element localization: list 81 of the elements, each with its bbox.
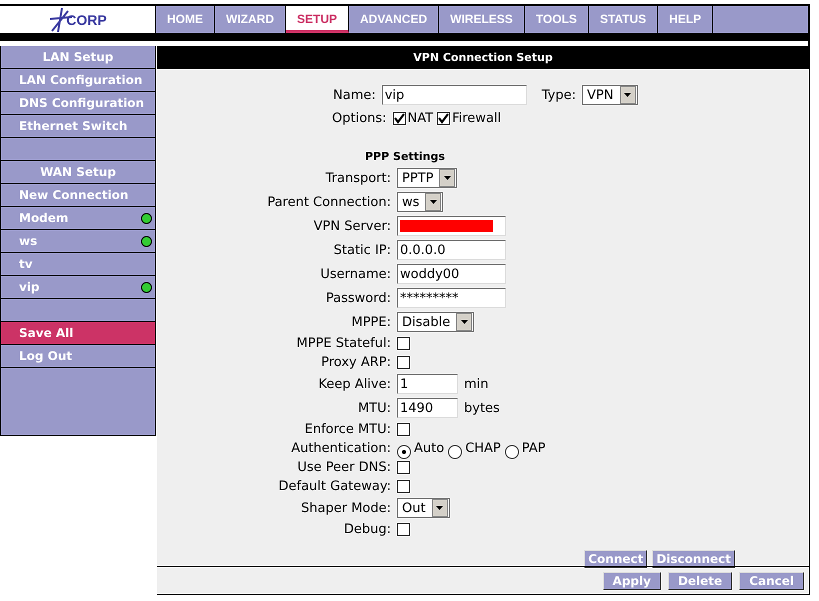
- checkbox[interactable]: [397, 356, 410, 369]
- sidebar-item[interactable]: ws: [1, 229, 155, 252]
- field-label: Static IP:: [332, 242, 392, 258]
- radio-label: CHAP: [465, 441, 501, 456]
- sidebar-item[interactable]: Ethernet Switch: [1, 114, 155, 137]
- field-label: Options:: [332, 110, 387, 126]
- checkbox[interactable]: [397, 337, 410, 350]
- unit-label: min: [464, 376, 489, 392]
- radio-label: Auto: [414, 441, 444, 456]
- radio-button[interactable]: [397, 444, 411, 458]
- caret-icon: [430, 200, 437, 204]
- checkbox[interactable]: [397, 523, 410, 536]
- caret-icon: [444, 176, 451, 180]
- section-title: PPP Settings: [365, 150, 446, 163]
- name-field[interactable]: vip: [382, 85, 527, 105]
- checkbox-label: NAT: [408, 110, 434, 126]
- unit-label: bytes: [464, 400, 500, 416]
- nav-tab[interactable]: STATUS: [588, 6, 658, 33]
- sidebar-item[interactable]: Modem: [1, 206, 155, 229]
- field-label: Debug:: [342, 522, 392, 537]
- dropdown[interactable]: Disable: [397, 312, 474, 332]
- sidebar-item[interactable]: vip: [1, 275, 155, 298]
- field-label: Type:: [542, 88, 576, 102]
- radio-button[interactable]: [504, 444, 519, 458]
- checkbox[interactable]: [397, 480, 410, 493]
- checkbox[interactable]: [397, 461, 410, 474]
- input-field[interactable]: woddy00: [397, 264, 506, 284]
- field-label: Name:: [333, 88, 376, 102]
- caret-icon: [436, 506, 444, 510]
- field-label: VPN Server:: [312, 218, 392, 234]
- connection-button[interactable]: Connect: [584, 550, 648, 568]
- nav-tab[interactable]: TOOLS: [524, 6, 589, 33]
- field-label: Default Gateway:: [278, 479, 392, 494]
- field-label: Use Peer DNS:: [296, 460, 392, 475]
- sidebar-item[interactable]: DNS Configuration: [1, 91, 155, 114]
- field-label: MTU:: [356, 400, 392, 416]
- nav-tab[interactable]: SETUP: [286, 6, 350, 33]
- sidebar-item[interactable]: New Connection: [1, 183, 155, 206]
- field-label: Keep Alive:: [318, 376, 392, 392]
- field-label: Transport:: [324, 170, 392, 186]
- field-label: Username:: [319, 266, 392, 282]
- input-field[interactable]: 1490: [397, 398, 458, 418]
- sidebar-item[interactable]: Log Out: [1, 344, 155, 368]
- checkbox[interactable]: [437, 112, 450, 124]
- footer-button[interactable]: Cancel: [739, 572, 804, 590]
- type-select[interactable]: VPN: [582, 85, 638, 105]
- dropdown[interactable]: ws: [397, 192, 444, 212]
- sidebar-item[interactable]: LAN Configuration: [1, 68, 155, 91]
- field-label: Authentication:: [290, 441, 392, 456]
- caret-icon: [624, 93, 632, 97]
- connection-button[interactable]: Disconnect: [652, 550, 735, 568]
- checkbox-label: Firewall: [452, 110, 502, 126]
- sidebar-item[interactable]: Save All: [1, 321, 155, 344]
- input-field[interactable]: *********: [397, 288, 506, 308]
- field-label: Proxy ARP:: [320, 355, 392, 370]
- nav-tab[interactable]: HOME: [156, 6, 215, 33]
- field-label: MPPE:: [350, 314, 392, 330]
- checkbox[interactable]: [392, 112, 406, 124]
- nav-tab[interactable]: HELP: [658, 6, 714, 33]
- input-field[interactable]: 0.0.0.0: [397, 240, 506, 260]
- radio-button[interactable]: [448, 444, 462, 458]
- dropdown[interactable]: Out: [397, 498, 450, 518]
- field-label: Shaper Mode:: [300, 500, 392, 516]
- caret-icon: [460, 320, 468, 324]
- nav-tab[interactable]: ADVANCED: [349, 6, 440, 33]
- radio-label: PAP: [522, 441, 546, 456]
- field-label: Parent Connection:: [266, 194, 392, 210]
- field-label: MPPE Stateful:: [296, 336, 392, 351]
- input-field[interactable]: [397, 216, 506, 236]
- sidebar-heading: LAN Setup: [42, 49, 114, 66]
- checkbox[interactable]: [397, 423, 410, 436]
- sidebar-heading: WAN Setup: [1, 160, 155, 183]
- input-field[interactable]: 1: [397, 374, 458, 394]
- field-label: Password:: [324, 290, 392, 306]
- field-label: Enforce MTU:: [304, 422, 392, 437]
- sidebar-item[interactable]: tv: [1, 252, 155, 275]
- footer-button[interactable]: Apply: [602, 572, 661, 590]
- panel-title: VPN Connection Setup: [157, 47, 809, 69]
- dropdown[interactable]: PPTP: [397, 168, 458, 188]
- nav-tab[interactable]: WIRELESS: [439, 6, 525, 33]
- footer-button[interactable]: Delete: [668, 572, 732, 590]
